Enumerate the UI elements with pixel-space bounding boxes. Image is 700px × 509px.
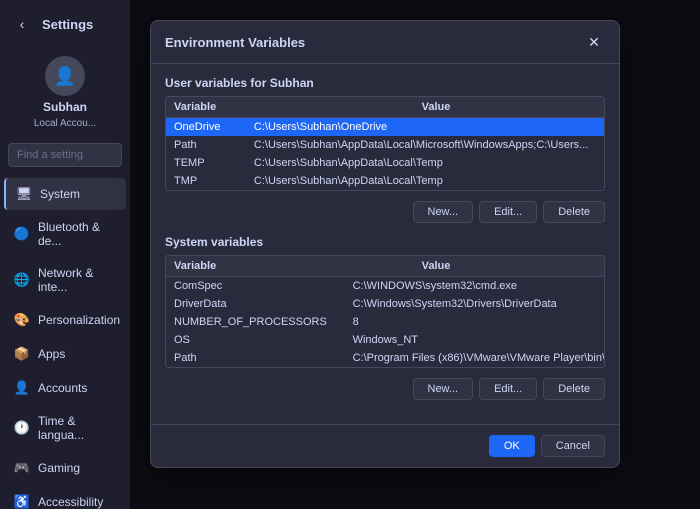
sidebar-item-personalization[interactable]: 🎨 Personalization: [4, 304, 126, 336]
user-table-row[interactable]: TMP C:\Users\Subhan\AppData\Local\Temp: [166, 172, 604, 190]
system-table-row[interactable]: ComSpec C:\WINDOWS\system32\cmd.exe: [166, 277, 604, 295]
user-var-name: Path: [166, 136, 246, 154]
user-var-value: C:\Users\Subhan\OneDrive: [246, 118, 604, 136]
bluetooth-icon: 🔵: [14, 226, 30, 242]
system-edit-button[interactable]: Edit...: [479, 378, 537, 400]
sidebar-item-gaming[interactable]: 🎮 Gaming: [4, 452, 126, 484]
gaming-icon: 🎮: [14, 460, 30, 476]
dialog-close-button[interactable]: ✕: [583, 31, 605, 53]
system-var-value: Windows_NT: [345, 331, 604, 349]
system-variables-table-container: Variable Value ComSpec C:\WINDOWS\system…: [165, 255, 605, 368]
sidebar-item-time[interactable]: 🕐 Time & langua...: [4, 406, 126, 450]
system-var-value: C:\Windows\System32\Drivers\DriverData: [345, 295, 604, 313]
apps-icon: 📦: [14, 346, 30, 362]
user-table-row[interactable]: Path C:\Users\Subhan\AppData\Local\Micro…: [166, 136, 604, 154]
accessibility-icon: ♿: [14, 494, 30, 509]
system-buttons-row: New... Edit... Delete: [165, 378, 605, 400]
main-content: Environment Variables ✕ User variables f…: [130, 0, 700, 509]
cancel-button[interactable]: Cancel: [541, 435, 605, 457]
sidebar-item-label-system: System: [40, 187, 80, 201]
dialog-titlebar: Environment Variables ✕: [151, 21, 619, 64]
personalization-icon: 🎨: [14, 312, 30, 328]
system-var-value: C:\WINDOWS\system32\cmd.exe: [345, 277, 604, 295]
system-var-name: Path: [166, 349, 345, 367]
sidebar-nav: 🖥 System 🔵 Bluetooth & de... 🌐 Network &…: [0, 173, 130, 509]
user-var-name: TEMP: [166, 154, 246, 172]
user-table-header-row: Variable Value: [166, 97, 604, 118]
system-table-row[interactable]: NUMBER_OF_PROCESSORS 8: [166, 313, 604, 331]
user-delete-button[interactable]: Delete: [543, 201, 605, 223]
system-delete-button[interactable]: Delete: [543, 378, 605, 400]
system-var-value: 8: [345, 313, 604, 331]
sidebar-item-system[interactable]: 🖥 System: [4, 178, 126, 210]
accounts-icon: 👤: [14, 380, 30, 396]
system-icon: 🖥: [16, 186, 32, 202]
user-var-value: C:\Users\Subhan\AppData\Local\Temp: [246, 154, 604, 172]
system-variables-table: Variable Value: [166, 256, 604, 277]
sidebar-item-label-time: Time & langua...: [38, 414, 116, 442]
user-edit-button[interactable]: Edit...: [479, 201, 537, 223]
avatar: 👤: [45, 56, 85, 96]
system-table-row[interactable]: Path C:\Program Files (x86)\VMware\VMwar…: [166, 349, 604, 367]
sidebar-item-network[interactable]: 🌐 Network & inte...: [4, 258, 126, 302]
user-var-name: OneDrive: [166, 118, 246, 136]
back-button[interactable]: ‹: [10, 12, 34, 36]
user-col-variable: Variable: [166, 97, 414, 118]
sidebar-item-apps[interactable]: 📦 Apps: [4, 338, 126, 370]
sidebar-item-label-gaming: Gaming: [38, 461, 80, 475]
dialog-footer: OK Cancel: [151, 424, 619, 467]
sidebar-item-bluetooth[interactable]: 🔵 Bluetooth & de...: [4, 212, 126, 256]
system-col-value: Value: [414, 256, 604, 277]
user-profile: 👤 Subhan Local Accou...: [0, 48, 130, 137]
user-new-button[interactable]: New...: [413, 201, 474, 223]
system-var-value: C:\Program Files (x86)\VMware\VMware Pla…: [345, 349, 604, 367]
system-table-row[interactable]: DriverData C:\Windows\System32\Drivers\D…: [166, 295, 604, 313]
user-var-value: C:\Users\Subhan\AppData\Local\Microsoft\…: [246, 136, 604, 154]
user-col-value: Value: [414, 97, 604, 118]
user-var-name: TMP: [166, 172, 246, 190]
system-new-button[interactable]: New...: [413, 378, 474, 400]
sidebar-item-label-accounts: Accounts: [38, 381, 87, 395]
system-col-variable: Variable: [166, 256, 414, 277]
sidebar-item-label-network: Network & inte...: [38, 266, 116, 294]
system-variables-data-table: ComSpec C:\WINDOWS\system32\cmd.exeDrive…: [166, 277, 604, 367]
user-table-scroll[interactable]: OneDrive C:\Users\Subhan\OneDrivePath C:…: [166, 118, 604, 190]
sidebar: ‹ Settings 👤 Subhan Local Accou... 🖥 Sys…: [0, 0, 130, 509]
dialog-title: Environment Variables: [165, 35, 305, 50]
user-name: Subhan: [43, 100, 87, 114]
user-variables-data-table: OneDrive C:\Users\Subhan\OneDrivePath C:…: [166, 118, 604, 190]
system-var-name: OS: [166, 331, 345, 349]
sidebar-item-label-accessibility: Accessibility: [38, 495, 103, 509]
system-var-name: NUMBER_OF_PROCESSORS: [166, 313, 345, 331]
sidebar-item-accounts[interactable]: 👤 Accounts: [4, 372, 126, 404]
user-var-value: C:\Users\Subhan\AppData\Local\Temp: [246, 172, 604, 190]
user-role: Local Accou...: [34, 118, 96, 129]
system-table-scroll[interactable]: ComSpec C:\WINDOWS\system32\cmd.exeDrive…: [166, 277, 604, 367]
sidebar-item-label-bluetooth: Bluetooth & de...: [38, 220, 116, 248]
time-icon: 🕐: [14, 420, 30, 436]
ok-button[interactable]: OK: [489, 435, 535, 457]
environment-variables-dialog: Environment Variables ✕ User variables f…: [150, 20, 620, 468]
settings-title: Settings: [42, 17, 93, 32]
sidebar-item-accessibility[interactable]: ♿ Accessibility: [4, 486, 126, 509]
user-variables-table: Variable Value: [166, 97, 604, 118]
system-table-row[interactable]: OS Windows_NT: [166, 331, 604, 349]
sidebar-item-label-personalization: Personalization: [38, 313, 120, 327]
search-input[interactable]: [8, 143, 122, 167]
user-variables-table-container: Variable Value OneDrive C:\Users\Subhan\…: [165, 96, 605, 191]
user-table-row[interactable]: OneDrive C:\Users\Subhan\OneDrive: [166, 118, 604, 136]
sidebar-item-label-apps: Apps: [38, 347, 65, 361]
system-table-header-row: Variable Value: [166, 256, 604, 277]
user-section-label: User variables for Subhan: [165, 76, 605, 90]
sidebar-header: ‹ Settings: [0, 0, 130, 48]
system-section-label: System variables: [165, 235, 605, 249]
system-var-name: DriverData: [166, 295, 345, 313]
dialog-body: User variables for Subhan Variable Value…: [151, 64, 619, 424]
system-var-name: ComSpec: [166, 277, 345, 295]
user-buttons-row: New... Edit... Delete: [165, 201, 605, 223]
network-icon: 🌐: [14, 272, 30, 288]
dialog-overlay: Environment Variables ✕ User variables f…: [130, 0, 700, 509]
user-table-row[interactable]: TEMP C:\Users\Subhan\AppData\Local\Temp: [166, 154, 604, 172]
